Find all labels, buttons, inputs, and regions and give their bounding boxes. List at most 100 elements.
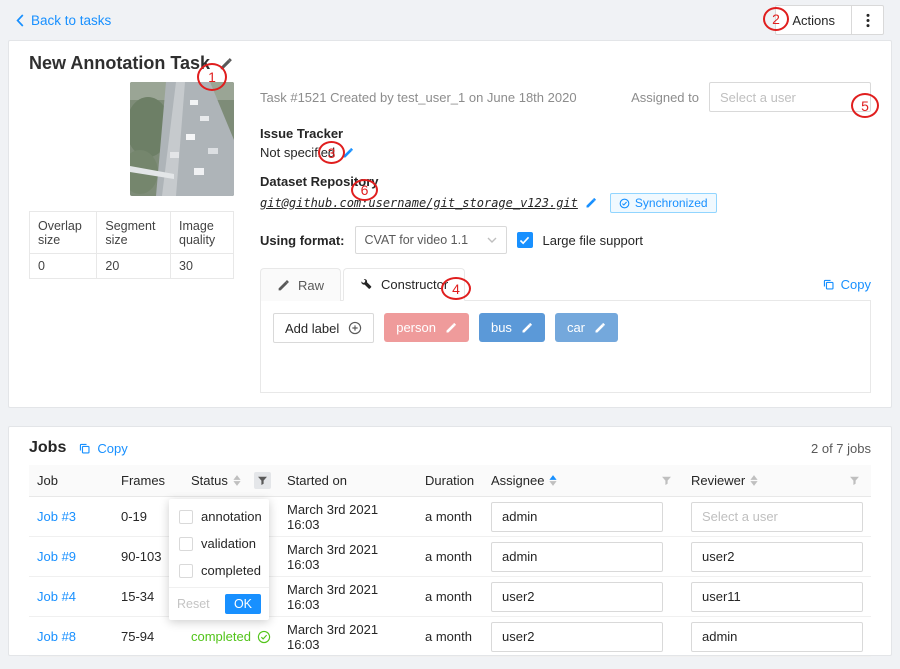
tool-icon: [360, 278, 373, 291]
assigned-to-label: Assigned to: [631, 90, 699, 105]
back-to-tasks-label: Back to tasks: [31, 13, 111, 28]
issue-tracker-block: Issue Tracker Not specified: [260, 126, 871, 160]
job-link[interactable]: Job #9: [37, 549, 76, 564]
reviewer-input[interactable]: [691, 502, 863, 532]
col-status-label: Status: [191, 473, 228, 488]
label-pill-bus[interactable]: bus: [479, 313, 545, 342]
tab-constructor-label: Constructor: [381, 277, 448, 292]
label-pill-name: car: [567, 320, 585, 335]
reviewer-input[interactable]: [691, 542, 863, 572]
tab-constructor[interactable]: Constructor: [343, 268, 465, 301]
chevron-left-icon: [16, 14, 24, 27]
task-details-card: New Annotation Task: [8, 40, 892, 408]
assignee-input[interactable]: [491, 502, 663, 532]
param-header-overlap: Overlap size: [30, 212, 97, 254]
labels-constructor-area: Add label person bus: [260, 301, 871, 393]
task-summary-column: Overlap size Segment size Image quality …: [29, 82, 234, 393]
format-row: Using format: CVAT for video 1.1 Large f…: [260, 226, 871, 254]
job-link[interactable]: Job #8: [37, 629, 76, 644]
param-header-segment: Segment size: [97, 212, 171, 254]
filter-ok-button[interactable]: OK: [225, 594, 261, 614]
copy-jobs-link[interactable]: Copy: [78, 441, 127, 456]
reviewer-sort-button[interactable]: [750, 475, 758, 486]
frames-cell: 75-94: [113, 617, 183, 657]
label-pill-car[interactable]: car: [555, 313, 618, 342]
assignee-input[interactable]: [491, 542, 663, 572]
edit-repository-icon[interactable]: [585, 197, 597, 209]
edit-label-icon[interactable]: [594, 322, 606, 334]
sync-status-label: Synchronized: [635, 196, 708, 210]
assigned-to-group: Assigned to: [631, 82, 871, 112]
actions-button[interactable]: Actions: [775, 5, 852, 35]
duration-cell: a month: [417, 617, 483, 657]
annotation-checkbox[interactable]: [179, 510, 193, 524]
issue-tracker-label: Issue Tracker: [260, 126, 871, 141]
edit-title-icon[interactable]: [219, 57, 233, 71]
chevron-down-icon: [487, 237, 497, 243]
page-title: New Annotation Task: [29, 53, 210, 74]
issue-tracker-value: Not specified: [260, 145, 335, 160]
add-label-button[interactable]: Add label: [273, 313, 374, 343]
task-meta-text: Task #1521 Created by test_user_1 on Jun…: [260, 90, 577, 105]
job-link[interactable]: Job #4: [37, 589, 76, 604]
validation-checkbox[interactable]: [179, 537, 193, 551]
edit-label-icon[interactable]: [521, 322, 533, 334]
assigned-to-input[interactable]: [709, 82, 871, 112]
param-value-segment: 20: [97, 254, 171, 279]
large-file-support-checkbox[interactable]: [517, 232, 533, 248]
label-pill-name: person: [396, 320, 436, 335]
col-header-started-on: Started on: [279, 465, 417, 497]
copy-icon: [822, 278, 835, 291]
label-pill-person[interactable]: person: [384, 313, 469, 342]
param-value-overlap: 0: [30, 254, 97, 279]
filter-option-annotation[interactable]: annotation: [169, 503, 269, 530]
param-value-quality: 30: [171, 254, 234, 279]
filter-option-completed[interactable]: completed: [169, 557, 269, 584]
edit-label-icon[interactable]: [445, 322, 457, 334]
table-row: Job #3 0-19 March 3rd 2021 16:03 a month: [29, 497, 871, 537]
table-row: Job #4 15-34 March 3rd 2021 16:03 a mont…: [29, 577, 871, 617]
reviewer-input[interactable]: [691, 622, 863, 652]
assignee-filter-icon[interactable]: [658, 472, 675, 489]
completed-checkbox[interactable]: [179, 564, 193, 578]
table-row: Job #8 75-94 completed March 3rd 2021 16…: [29, 617, 871, 657]
back-to-tasks-link[interactable]: Back to tasks: [16, 13, 111, 28]
dataset-repository-label: Dataset Repository: [260, 174, 871, 189]
copy-labels-label: Copy: [841, 277, 871, 292]
task-params-table: Overlap size Segment size Image quality …: [29, 211, 234, 279]
col-assignee-label: Assignee: [491, 473, 544, 488]
plus-circle-icon: [348, 321, 362, 335]
ellipsis-vertical-icon: [866, 13, 870, 28]
col-reviewer-label: Reviewer: [691, 473, 745, 488]
assignee-sort-button[interactable]: [549, 475, 557, 486]
tab-raw-label: Raw: [298, 278, 324, 293]
assignee-input[interactable]: [491, 582, 663, 612]
job-link[interactable]: Job #3: [37, 509, 76, 524]
labels-tabs-bar: Raw Constructor Copy: [260, 268, 871, 301]
col-header-duration: Duration: [417, 465, 483, 497]
filter-option-validation[interactable]: validation: [169, 530, 269, 557]
assignee-input[interactable]: [491, 622, 663, 652]
status-filter-icon[interactable]: [254, 472, 271, 489]
format-select[interactable]: CVAT for video 1.1: [355, 226, 507, 254]
copy-labels-link[interactable]: Copy: [822, 277, 871, 292]
started-cell: March 3rd 2021 16:03: [279, 497, 417, 537]
sync-check-icon: [619, 198, 630, 209]
jobs-table: Job Frames Status: [29, 465, 871, 657]
edit-issue-tracker-icon[interactable]: [342, 147, 354, 159]
task-preview-image: [130, 82, 234, 196]
actions-button-group: Actions: [775, 5, 884, 35]
reviewer-input[interactable]: [691, 582, 863, 612]
jobs-header: Jobs Copy 2 of 7 jobs: [29, 439, 871, 457]
col-header-assignee: Assignee: [483, 465, 683, 497]
status-sort-button[interactable]: [233, 475, 241, 486]
actions-menu-button[interactable]: [852, 5, 884, 35]
duration-cell: a month: [417, 577, 483, 617]
col-header-job: Job: [29, 465, 113, 497]
reviewer-filter-icon[interactable]: [846, 472, 863, 489]
copy-icon: [78, 442, 91, 455]
tab-raw[interactable]: Raw: [260, 268, 341, 301]
cvat-task-page: Back to tasks Actions New Annotation Tas…: [0, 0, 900, 669]
dataset-repository-url: git@github.com:username/git_storage_v123…: [260, 196, 578, 210]
filter-reset-button[interactable]: Reset: [177, 597, 210, 611]
